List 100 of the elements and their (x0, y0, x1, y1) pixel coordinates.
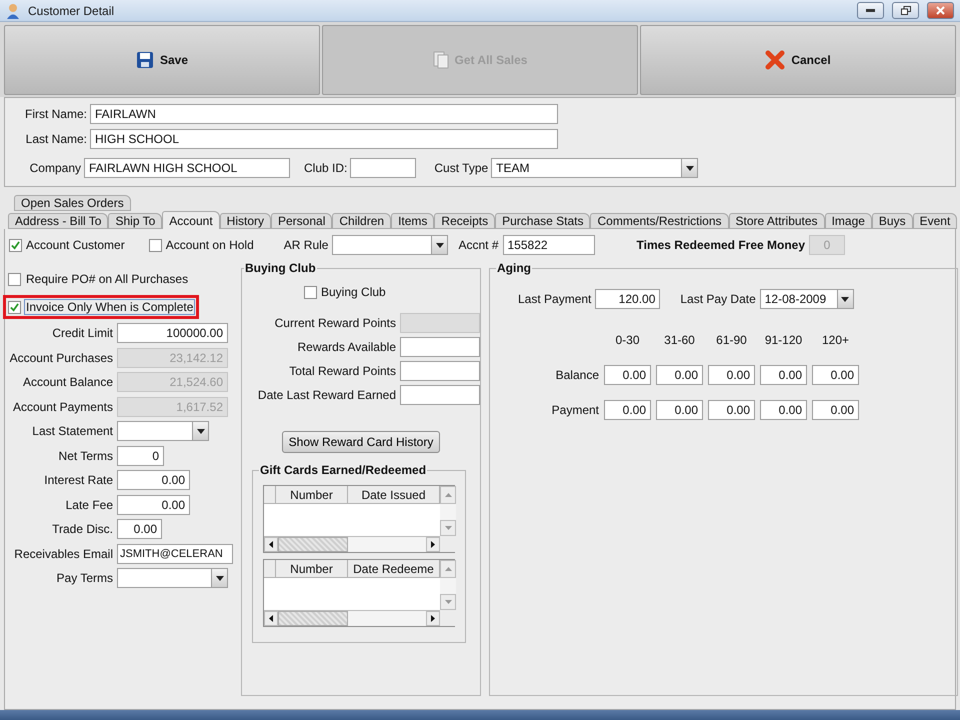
field-label: Last Name: (24, 132, 87, 146)
tab[interactable]: Open Sales Orders (14, 195, 131, 211)
text-field[interactable]: 100000.00 (117, 323, 228, 344)
text-field[interactable]: JSMITH@CELERAN (117, 544, 233, 564)
toolbar-button[interactable]: Save (4, 25, 320, 95)
tab[interactable]: Receipts (434, 213, 496, 229)
field-label: Account Payments (12, 400, 113, 414)
text-field[interactable]: 0.00 (117, 494, 190, 515)
text-field[interactable]: 0.00 (117, 519, 162, 540)
close-icon (936, 6, 945, 15)
first-name-field[interactable]: FAIRLAWN (90, 104, 558, 124)
checkbox-box[interactable] (304, 286, 317, 298)
amount-field[interactable]: 0.00 (604, 365, 651, 385)
column-header[interactable]: Date Redeeme (348, 560, 440, 578)
text-field[interactable] (400, 361, 480, 381)
scrollbar-corner (440, 536, 456, 552)
tab[interactable]: Buys (872, 213, 913, 229)
scroll-up-button[interactable] (440, 486, 456, 504)
text-field[interactable]: 0.00 (117, 470, 190, 490)
text-field[interactable] (400, 385, 480, 405)
dropdown[interactable] (332, 235, 448, 255)
field-label: First Name: (24, 107, 87, 121)
last-payment-field[interactable]: 120.00 (595, 289, 660, 309)
tab[interactable]: Purchase Stats (495, 213, 590, 229)
checkbox-box[interactable] (8, 272, 21, 286)
tab[interactable]: Personal (271, 213, 332, 229)
tab[interactable]: Items (391, 213, 434, 229)
down-arrow-icon (444, 526, 452, 530)
tab[interactable]: Ship To (108, 213, 162, 229)
club-id-field[interactable] (350, 158, 416, 178)
last-name-field[interactable]: HIGH SCHOOL (90, 129, 558, 149)
right-arrow-icon (431, 541, 435, 548)
close-button[interactable] (927, 2, 954, 19)
column-header: 61-90 (715, 333, 748, 347)
window-title: Customer Detail (28, 4, 116, 18)
scroll-down-button[interactable] (440, 520, 456, 536)
scrollbar-corner (440, 610, 456, 626)
field-label: Rewards Available (296, 340, 396, 354)
scroll-thumb[interactable] (278, 611, 348, 626)
column-header: 120+ (820, 333, 850, 347)
tab[interactable]: Store Attributes (728, 213, 825, 229)
tab[interactable]: Image (824, 213, 872, 229)
caret-icon (196, 428, 204, 434)
company-field[interactable]: FAIRLAWN HIGH SCHOOL (84, 158, 290, 178)
horizontal-scrollbar[interactable] (264, 610, 440, 626)
account-number-field[interactable]: 155822 (502, 235, 594, 255)
tab[interactable]: History (220, 213, 271, 229)
text-field[interactable]: 0 (117, 446, 164, 466)
dropdown[interactable]: 12-08-2009 (760, 289, 854, 309)
checkbox[interactable]: Buying Club (304, 285, 386, 299)
field-label: Club ID: (304, 161, 348, 175)
tab[interactable]: Account (162, 211, 220, 229)
group-title: Gift Cards Earned/Redeemed (259, 463, 428, 477)
checkbox-box[interactable] (148, 238, 162, 252)
checkbox-box[interactable] (9, 238, 22, 252)
text-field[interactable] (400, 337, 480, 357)
minimize-button[interactable] (857, 2, 884, 19)
show-history-button[interactable]: Show Reward Card History (282, 431, 440, 453)
amount-field[interactable]: 0.00 (604, 400, 651, 420)
amount-field[interactable]: 0.00 (708, 400, 755, 420)
amount-field[interactable]: 0.00 (708, 365, 755, 385)
amount-field[interactable]: 0.00 (760, 400, 807, 420)
field-label: Last Payment (518, 292, 592, 306)
dropdown[interactable]: TEAM (491, 158, 698, 178)
scroll-down-button[interactable] (440, 594, 456, 610)
amount-field[interactable]: 0.00 (656, 365, 703, 385)
scroll-thumb[interactable] (278, 537, 348, 552)
amount-field[interactable]: 0.00 (812, 400, 859, 420)
tab[interactable]: Event (912, 213, 958, 229)
tab[interactable]: Comments/Restrictions (590, 213, 729, 229)
scroll-up-button[interactable] (440, 560, 456, 578)
toolbar-button[interactable]: Cancel (640, 25, 956, 95)
field-label: Account Balance (22, 375, 113, 390)
column-header[interactable]: Number (276, 486, 348, 504)
field-label: Accnt # (458, 238, 498, 252)
field-label: Current Reward Points (274, 316, 396, 330)
checkbox[interactable]: Account on Hold (148, 238, 254, 252)
right-arrow-icon (431, 615, 435, 622)
amount-field[interactable]: 0.00 (760, 365, 807, 385)
checkbox-label: Buying Club (321, 285, 386, 299)
restore-button[interactable] (892, 2, 919, 19)
column-header[interactable]: Date Issued (348, 486, 440, 504)
tab[interactable]: Address - Bill To (8, 213, 108, 229)
amount-field[interactable]: 0.00 (812, 365, 859, 385)
dropdown[interactable] (117, 568, 228, 588)
tab[interactable]: Children (332, 213, 392, 229)
horizontal-scrollbar[interactable] (264, 536, 440, 552)
checkbox-box[interactable] (8, 300, 21, 314)
group-title: Aging (496, 261, 532, 275)
caret-icon (841, 296, 850, 302)
column-header: 91-120 (764, 333, 804, 347)
field-label: Cust Type (434, 161, 488, 175)
field-label: Last Statement (31, 424, 113, 438)
vertical-scrollbar[interactable] (440, 578, 456, 610)
vertical-scrollbar[interactable] (440, 504, 456, 536)
left-arrow-icon (269, 615, 273, 622)
column-header[interactable]: Number (276, 560, 348, 578)
amount-field[interactable]: 0.00 (656, 400, 703, 420)
row-label: Payment (550, 403, 599, 417)
dropdown[interactable] (117, 421, 209, 442)
